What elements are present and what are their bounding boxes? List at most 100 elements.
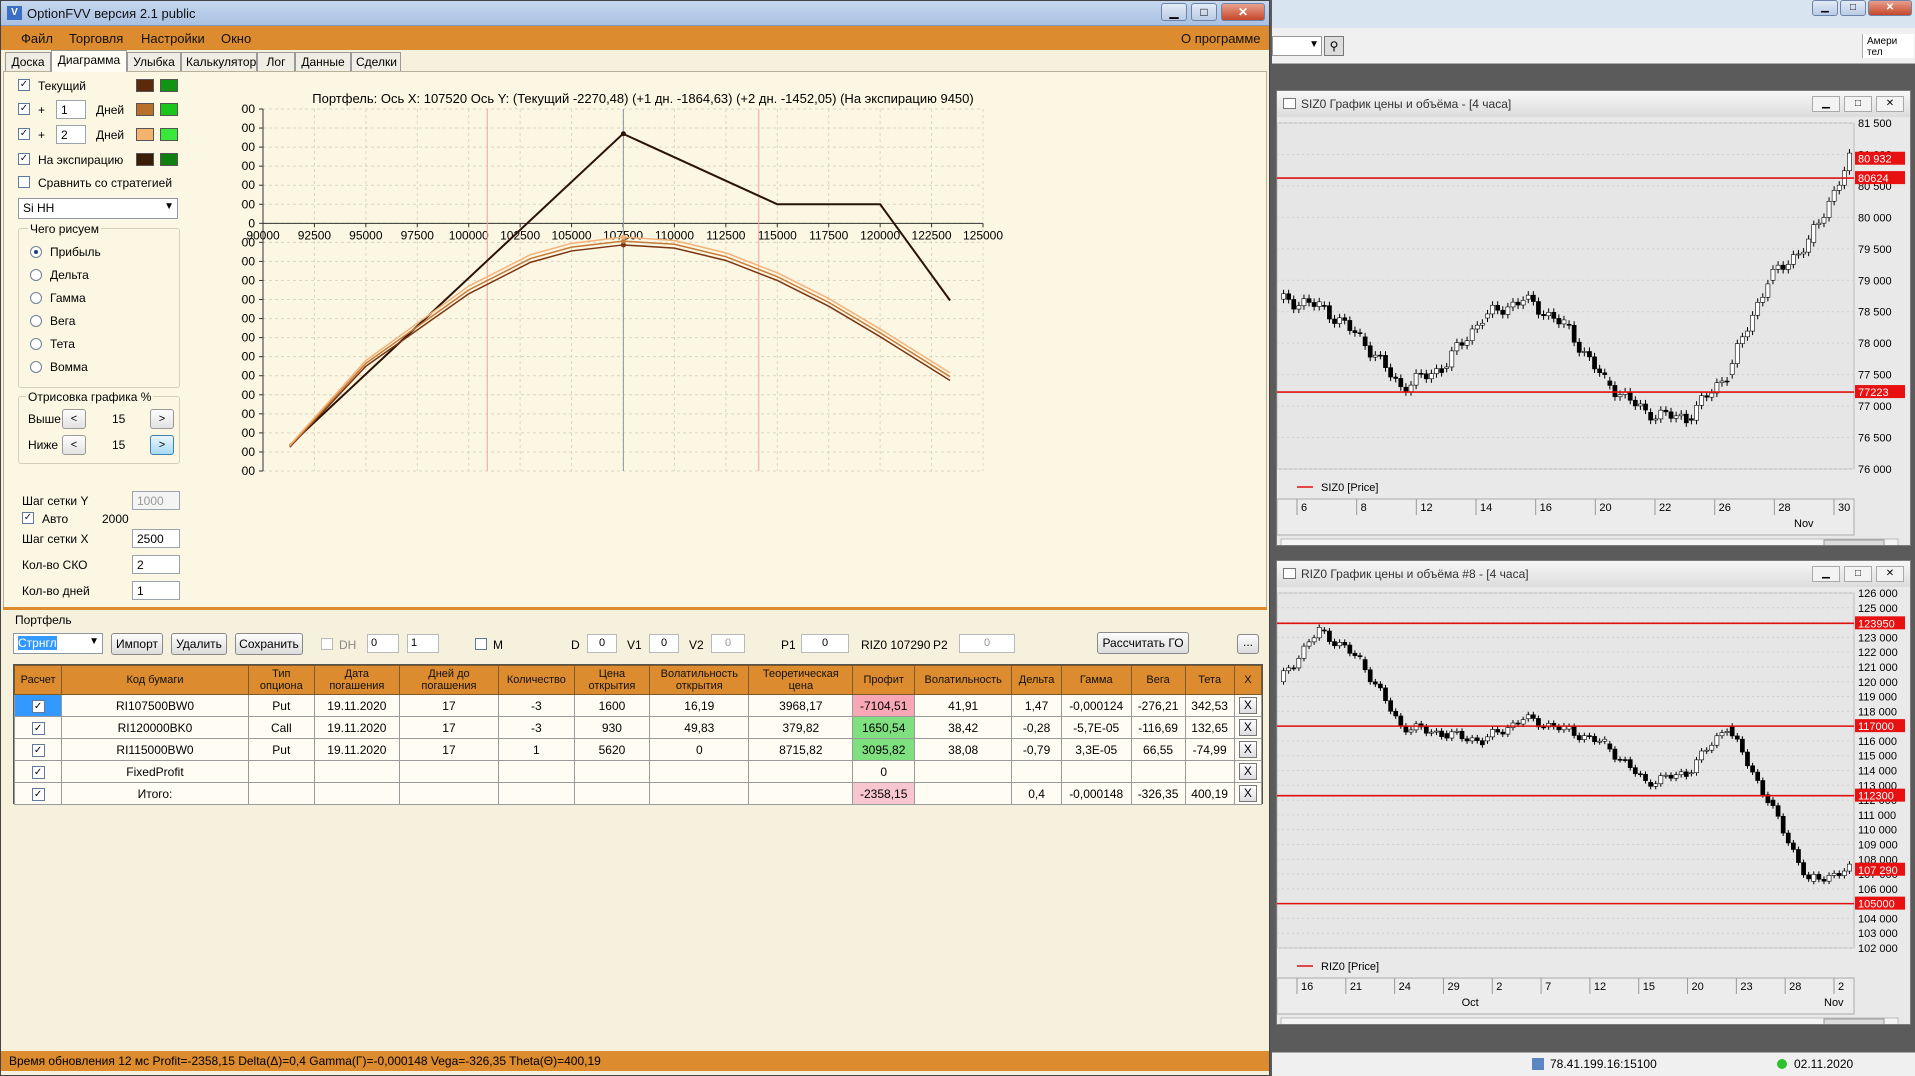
current-checkbox[interactable]: ✓ xyxy=(18,79,30,91)
column-header[interactable]: Цена открытия xyxy=(573,665,651,695)
remove-row-button[interactable]: X xyxy=(1238,785,1257,802)
grid-y-input[interactable]: 1000 xyxy=(132,491,180,510)
days-count-input[interactable]: 1 xyxy=(132,581,180,600)
expiry-color-light[interactable] xyxy=(160,153,178,166)
menu-file[interactable]: Файл xyxy=(21,31,53,46)
chart2-close-button[interactable]: ✕ xyxy=(1876,566,1904,582)
table-cell[interactable]: X xyxy=(1233,694,1263,717)
table-row[interactable]: ✓ RI120000BK0 Call 19.11.2020 17 -3 930 49,83 37… xyxy=(13,716,1263,739)
tab-calculator[interactable]: Калькулятор xyxy=(181,52,257,72)
day1-color-dark[interactable] xyxy=(136,103,154,116)
toolbar-select[interactable]: ▼ xyxy=(1272,36,1322,56)
row-checkbox[interactable]: ✓ xyxy=(31,788,45,801)
menu-settings[interactable]: Настройки xyxy=(141,31,205,46)
expiry-checkbox[interactable]: ✓ xyxy=(18,153,30,165)
maximize-button[interactable]: □ xyxy=(1191,3,1217,21)
radio-gamma[interactable] xyxy=(30,292,42,304)
column-header[interactable]: Дата погашения xyxy=(313,665,400,695)
column-header[interactable]: Вега xyxy=(1130,665,1186,695)
table-row[interactable]: ✓ FixedProfit 0 X xyxy=(13,760,1263,783)
row-checkbox[interactable]: ✓ xyxy=(31,700,45,713)
save-button[interactable]: Сохранить xyxy=(235,633,303,655)
spin2-input[interactable]: 1 xyxy=(407,634,439,653)
d-input[interactable]: 0 xyxy=(587,634,617,653)
chart2-maximize-button[interactable]: □ xyxy=(1844,566,1872,582)
table-row[interactable]: ✓ RI107500BW0 Put 19.11.2020 17 -3 1600 16,19 39… xyxy=(13,694,1263,717)
row-checkbox[interactable]: ✓ xyxy=(31,766,45,779)
day2-color-dark[interactable] xyxy=(136,128,154,141)
auto-checkbox[interactable]: ✓ xyxy=(22,512,34,524)
day1-input[interactable]: 1 xyxy=(56,100,86,119)
spin1-input[interactable]: 0 xyxy=(367,634,399,653)
table-cell[interactable]: ✓ xyxy=(13,782,63,805)
day2-checkbox[interactable]: ✓ xyxy=(18,128,30,140)
dh-checkbox[interactable] xyxy=(321,638,333,650)
splitter[interactable] xyxy=(3,607,1267,610)
radio-vomma[interactable] xyxy=(30,361,42,373)
day1-checkbox[interactable]: ✓ xyxy=(18,103,30,115)
riz0-price-chart[interactable]: 126 000125 000124 000123 000122 000121 0… xyxy=(1277,589,1910,1024)
column-header[interactable]: Дельта xyxy=(1011,665,1062,695)
siz0-price-chart[interactable]: 81 50081 00080 50080 00079 50079 00078 5… xyxy=(1277,119,1910,545)
column-header[interactable]: X xyxy=(1233,665,1263,695)
p1-input[interactable]: 0 xyxy=(801,634,849,653)
search-icon[interactable]: ⚲ xyxy=(1324,36,1344,56)
menu-window[interactable]: Окно xyxy=(221,31,251,46)
tab-log[interactable]: Лог xyxy=(257,52,295,72)
column-header[interactable]: Волатильность xyxy=(914,665,1013,695)
tab-smile[interactable]: Улыбка xyxy=(127,52,181,72)
right-close-button[interactable]: ✕ xyxy=(1868,0,1912,16)
current-color-dark[interactable] xyxy=(136,79,154,92)
sko-input[interactable]: 2 xyxy=(132,555,180,574)
column-header[interactable]: Тета xyxy=(1184,665,1235,695)
day2-input[interactable]: 2 xyxy=(56,125,86,144)
remove-row-button[interactable]: X xyxy=(1238,697,1257,714)
horizontal-scrollbar[interactable] xyxy=(1280,1017,1899,1024)
more-button[interactable]: ... xyxy=(1237,634,1259,654)
radio-vega[interactable] xyxy=(30,315,42,327)
radio-theta[interactable] xyxy=(30,338,42,350)
table-row[interactable]: ✓ Итого: -2358,15 0,4 -0,000148 -326,35 400,19… xyxy=(13,782,1263,805)
scrollbar-thumb[interactable] xyxy=(1823,539,1885,545)
below-decrease-button[interactable]: < xyxy=(62,435,86,455)
chart1-maximize-button[interactable]: □ xyxy=(1844,96,1872,112)
menu-about[interactable]: О программе xyxy=(1181,31,1261,46)
instrument-select[interactable]: Si HH ▼ xyxy=(18,198,178,219)
table-cell[interactable]: ✓ xyxy=(13,694,63,717)
tab-data[interactable]: Данные xyxy=(295,52,351,72)
scrollbar-thumb[interactable] xyxy=(1823,1018,1885,1024)
day1-color-light[interactable] xyxy=(160,103,178,116)
calc-margin-button[interactable]: Рассчитать ГО xyxy=(1097,632,1189,654)
column-header[interactable]: Волатильность открытия xyxy=(649,665,750,695)
table-cell[interactable]: X xyxy=(1233,760,1263,783)
day2-color-light[interactable] xyxy=(160,128,178,141)
chart1-close-button[interactable]: ✕ xyxy=(1876,96,1904,112)
chart1-minimize-button[interactable]: ▁ xyxy=(1812,96,1840,112)
below-increase-button[interactable]: > xyxy=(150,435,174,455)
minimize-button[interactable]: ▁ xyxy=(1161,3,1187,21)
table-row[interactable]: ✓ RI115000BW0 Put 19.11.2020 17 1 5620 0 8715,82… xyxy=(13,738,1263,761)
column-header[interactable]: Дней до погашения xyxy=(398,665,500,695)
menu-trading[interactable]: Торговля xyxy=(69,31,123,46)
v2-input[interactable]: 0 xyxy=(711,634,745,653)
column-header[interactable]: Теоретическая цена xyxy=(748,665,854,695)
profit-chart[interactable]: Портфель: Ось X: 107520 Ось Y: (Текущий … xyxy=(241,79,1241,589)
horizontal-scrollbar[interactable] xyxy=(1280,538,1899,545)
row-checkbox[interactable]: ✓ xyxy=(31,744,45,757)
tab-board[interactable]: Доска xyxy=(5,52,51,72)
tab-diagram[interactable]: Диаграмма xyxy=(51,50,127,72)
radio-profit[interactable] xyxy=(30,246,42,258)
remove-row-button[interactable]: X xyxy=(1238,763,1257,780)
column-header[interactable]: Количество xyxy=(498,665,575,695)
compare-checkbox[interactable] xyxy=(18,176,30,188)
remove-row-button[interactable]: X xyxy=(1238,719,1257,736)
table-cell[interactable]: X xyxy=(1233,738,1263,761)
v1-input[interactable]: 0 xyxy=(649,634,679,653)
m-checkbox[interactable] xyxy=(475,638,487,650)
table-cell[interactable]: X xyxy=(1233,782,1263,805)
column-header[interactable]: Гамма xyxy=(1060,665,1132,695)
column-header[interactable]: Расчет xyxy=(13,665,63,695)
column-header[interactable]: Тип опциона xyxy=(247,665,315,695)
close-button[interactable]: ✕ xyxy=(1221,3,1265,21)
above-decrease-button[interactable]: < xyxy=(62,409,86,429)
